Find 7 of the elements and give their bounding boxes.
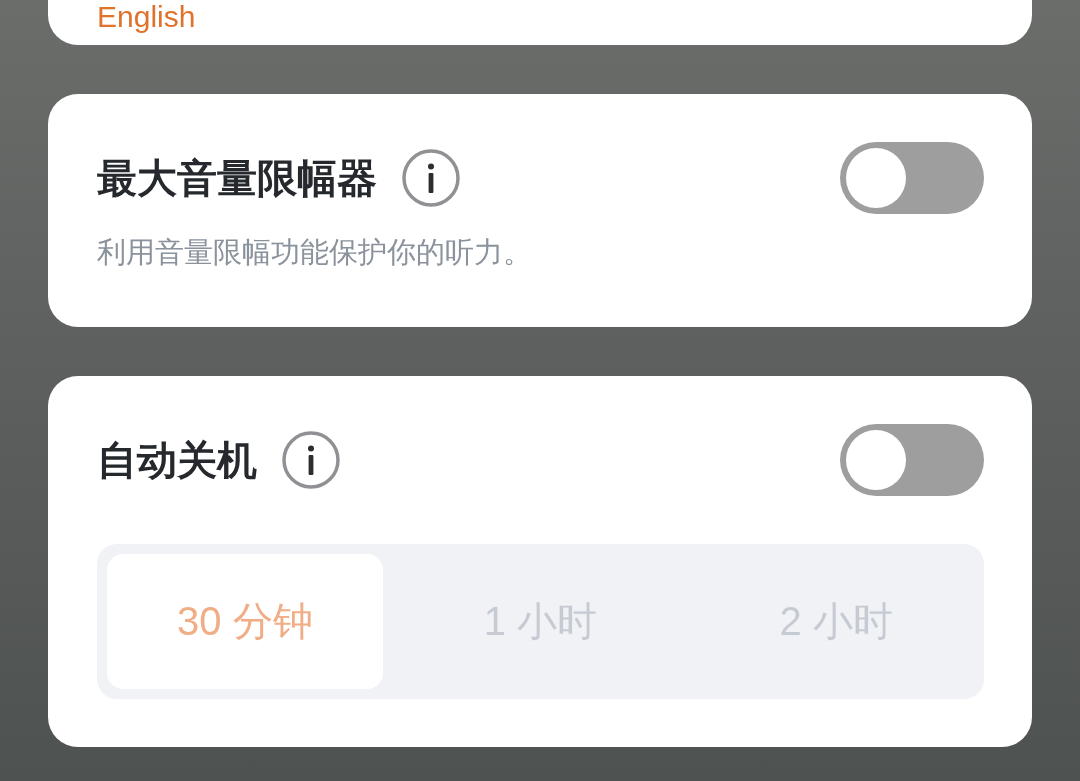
- setting-title: 自动关机: [97, 437, 257, 484]
- duration-option[interactable]: 30 分钟: [107, 554, 383, 689]
- setting-description: 利用音量限幅功能保护你的听力。: [97, 235, 533, 270]
- language-value: English: [97, 0, 196, 34]
- setting-title: 最大音量限幅器: [97, 155, 377, 202]
- info-icon[interactable]: [402, 149, 460, 207]
- info-icon[interactable]: [282, 431, 340, 489]
